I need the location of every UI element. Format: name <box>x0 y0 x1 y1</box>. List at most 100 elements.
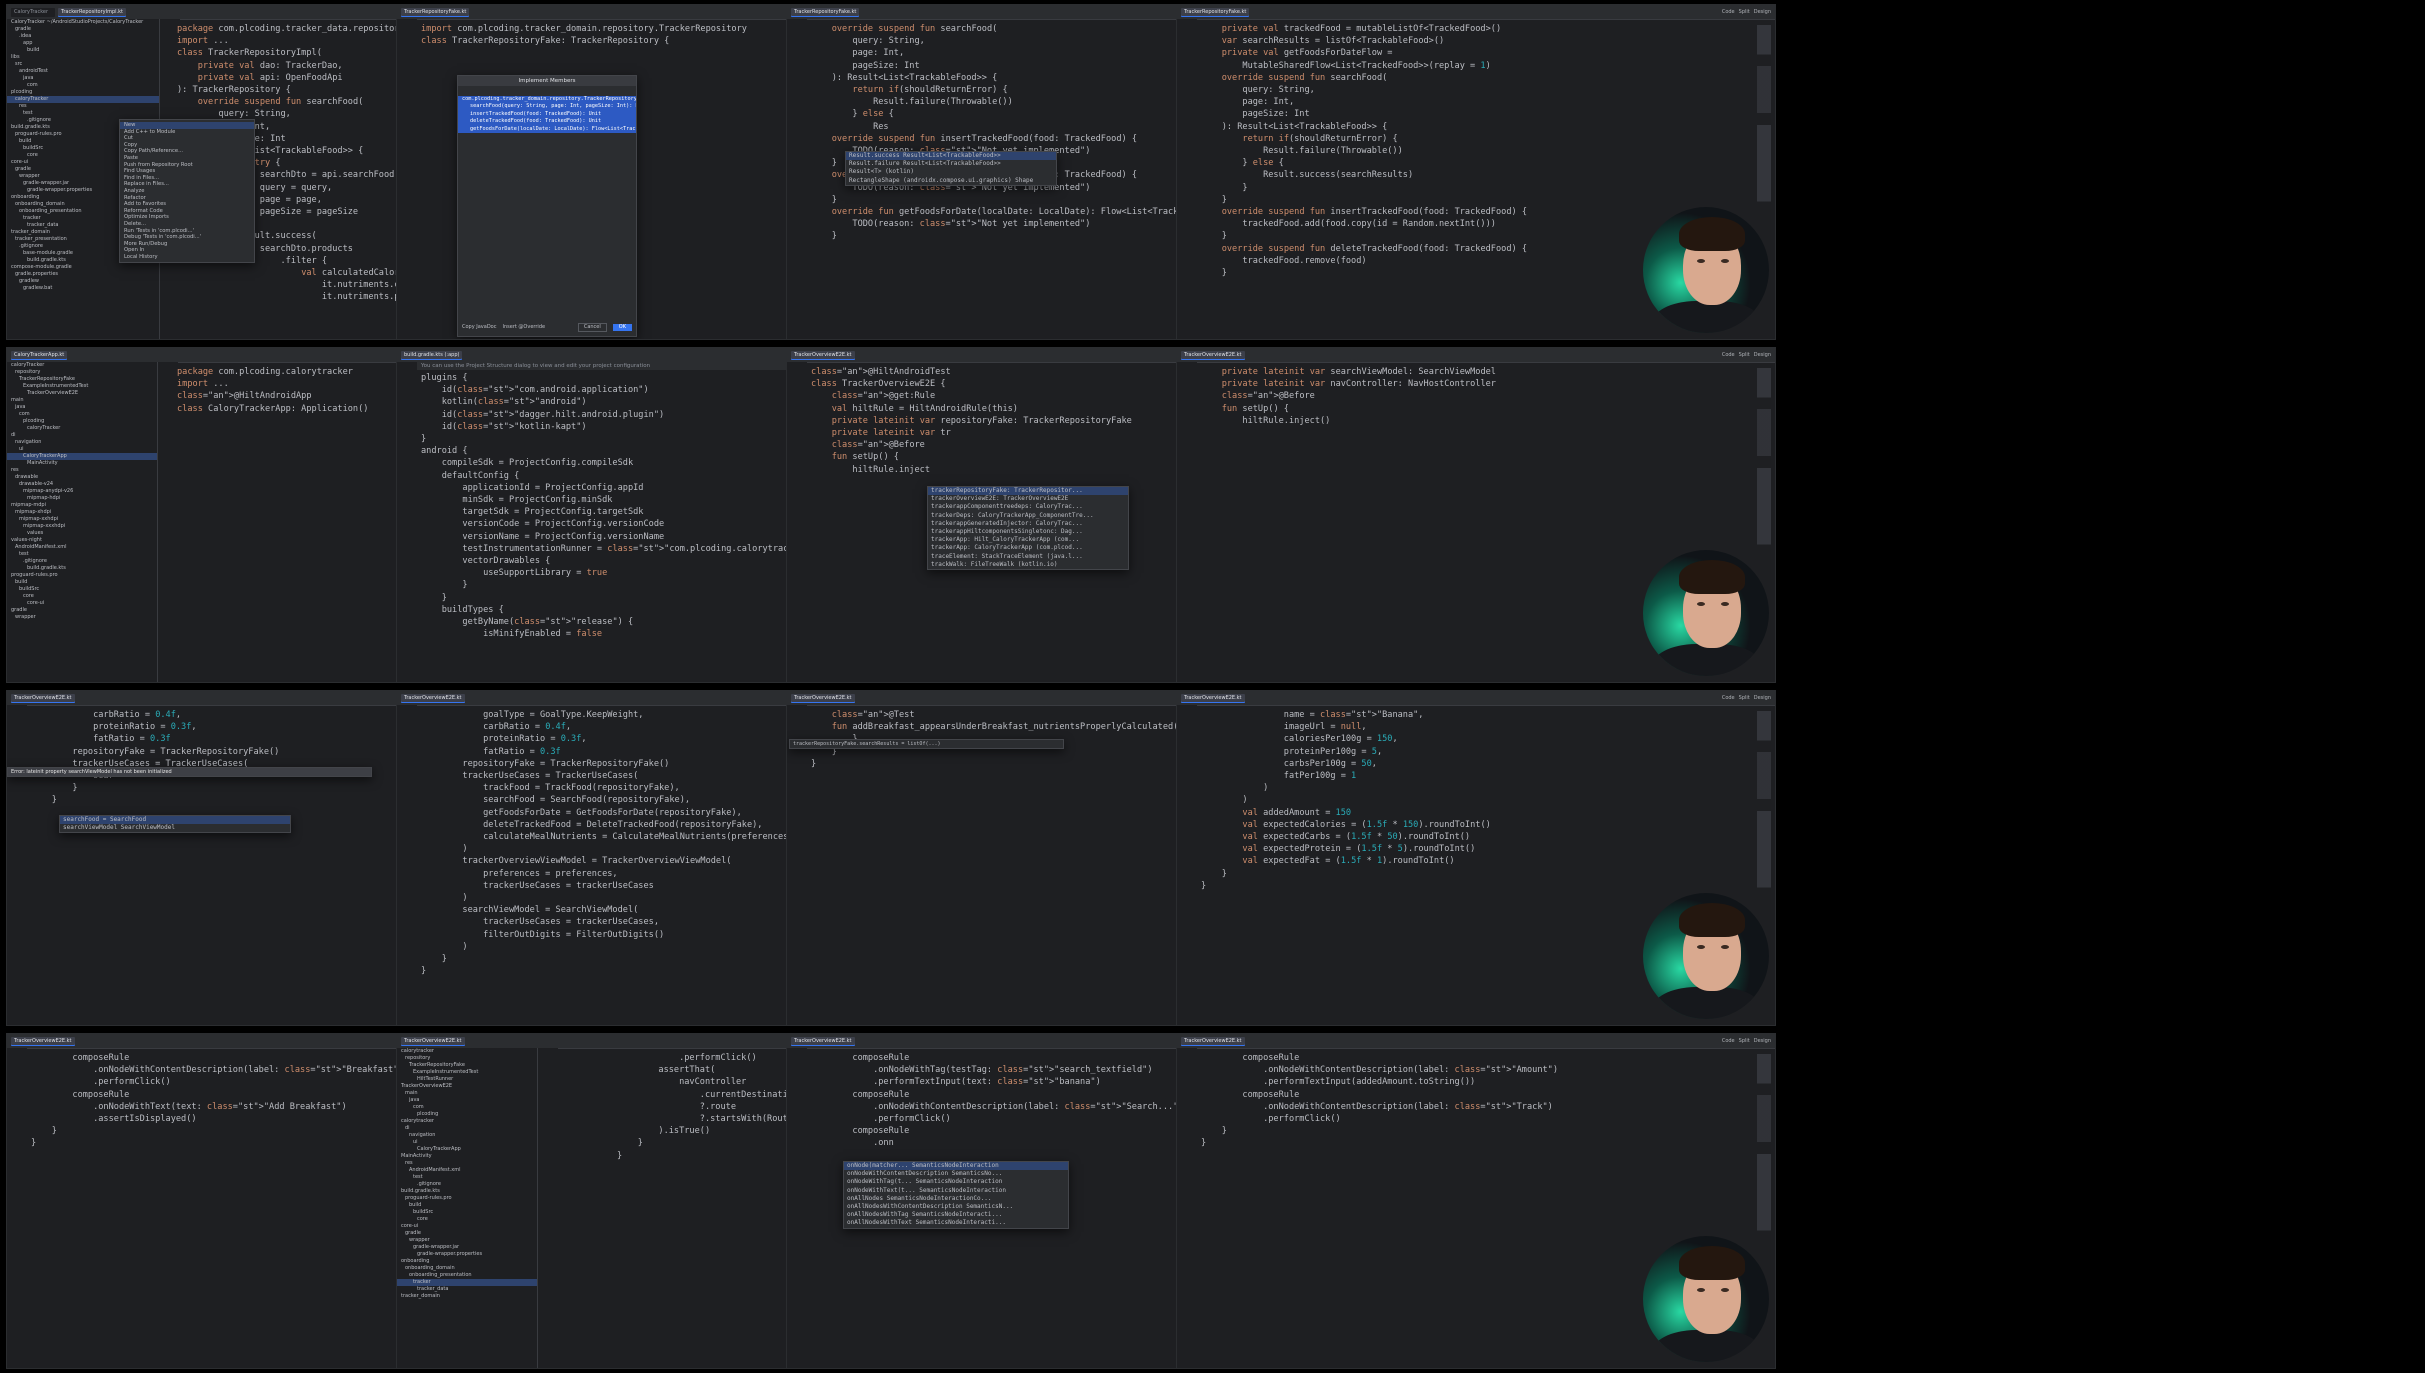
project-tree-item[interactable]: values-night <box>7 537 157 544</box>
project-tree-item[interactable]: core <box>397 1216 537 1223</box>
project-tree-item[interactable]: ExampleInstrumentedTest <box>397 1069 537 1076</box>
project-tree-item[interactable]: gradle <box>7 607 157 614</box>
project-tree-item[interactable]: com <box>397 1104 537 1111</box>
context-menu-item[interactable]: Debug 'Tests in 'com.plcodi...' <box>120 234 254 241</box>
project-tree-item[interactable]: mipmap-mdpi <box>7 502 157 509</box>
project-tree-item[interactable]: gradlew.bat <box>7 285 159 292</box>
project-tree-item[interactable]: wrapper <box>7 614 157 621</box>
completion-item[interactable]: trackerRepositoryFake: TrackerRepositor.… <box>928 487 1128 496</box>
context-menu-item[interactable]: Reformat Code <box>120 208 254 215</box>
project-tree-item[interactable]: onboarding_presentation <box>397 1272 537 1279</box>
project-tree-item[interactable]: main <box>397 1090 537 1097</box>
completion-item[interactable]: trackerappComponenttreedeps: CaloryTrac.… <box>928 503 1128 511</box>
project-tree-item[interactable]: build.gradle.kts <box>397 1188 537 1195</box>
project-tree-item[interactable]: calorytracker <box>397 1118 537 1125</box>
project-tree-item[interactable]: libs <box>7 54 159 61</box>
completion-item[interactable]: trackerappHiltcomponentsSingletonc: Dag.… <box>928 528 1128 536</box>
context-menu-item[interactable]: Local History <box>120 254 254 261</box>
completion-item[interactable]: onAllNodes SemanticsNodeInteractionCo... <box>844 1195 1068 1203</box>
dialog-member-item[interactable]: deleteTrackedFood(food: TrackedFood): Un… <box>458 118 636 126</box>
project-tree-item[interactable]: tracker <box>397 1279 537 1286</box>
project-tree-item[interactable]: tracker_data <box>397 1286 537 1293</box>
ok-button[interactable]: OK <box>612 324 632 331</box>
context-menu-item[interactable]: Add to Favorites <box>120 201 254 208</box>
project-tree-item[interactable]: drawable-v24 <box>7 481 157 488</box>
copy-javadoc-checkbox[interactable]: Copy JavaDoc <box>462 324 497 331</box>
context-menu-item[interactable]: Push from Repository Root <box>120 162 254 169</box>
editor-tab[interactable]: TrackerRepositoryFake.kt <box>791 7 860 17</box>
editor-tab[interactable]: TrackerOverviewE2E.kt <box>11 1036 75 1046</box>
implement-members-dialog[interactable]: Implement Members com.plcoding.tracker_do… <box>457 75 637 337</box>
project-tree-item[interactable]: proguard-rules.pro <box>397 1195 537 1202</box>
project-tree-item[interactable]: compose-module.gradle <box>7 264 159 271</box>
project-tree-item[interactable]: res <box>7 103 159 110</box>
context-menu-item[interactable]: Find Usages <box>120 168 254 175</box>
code-editor[interactable]: name = class="st">"Banana", imageUrl = n… <box>1201 709 1705 1025</box>
editor-tab[interactable]: CaloryTrackerApp.kt <box>11 350 68 360</box>
project-tree-item[interactable]: caloryTracker <box>7 362 157 369</box>
project-tree-item[interactable]: plcoding <box>7 89 159 96</box>
completion-item[interactable]: onAllNodesWithTag SemanticsNodeInteracti… <box>844 1211 1068 1219</box>
completion-item[interactable]: RectangleShape (androidx.compose.ui.grap… <box>846 177 1056 185</box>
project-tree-item[interactable]: build.gradle.kts <box>7 565 157 572</box>
view-mode-split[interactable]: Split <box>1739 693 1750 703</box>
view-mode-code[interactable]: Code <box>1722 1036 1735 1046</box>
context-menu-item[interactable]: Optimize Imports <box>120 214 254 221</box>
editor-tab[interactable]: TrackerOverviewE2E.kt <box>401 1036 465 1046</box>
editor-tab[interactable]: TrackerOverviewE2E.kt <box>1181 1036 1245 1046</box>
project-tree-item[interactable]: main <box>7 397 157 404</box>
project-tree-item[interactable]: tracker_domain <box>397 1293 537 1300</box>
view-mode-code[interactable]: Code <box>1722 693 1735 703</box>
code-completion-popup[interactable]: searchFood = SearchFood searchViewModel S… <box>59 815 291 834</box>
completion-item[interactable]: Result<T> (kotlin) <box>846 168 1056 176</box>
completion-item[interactable]: trackerApp: Hilt_CaloryTrackerApp (com..… <box>928 536 1128 544</box>
project-tree-item[interactable]: calorytracker <box>397 1048 537 1055</box>
completion-item[interactable]: Result.success Result<List<TrackableFood… <box>846 152 1056 161</box>
completion-item[interactable]: trackerApp: CaloryTrackerApp (com.plcod.… <box>928 544 1128 552</box>
context-menu-item[interactable]: Analyze <box>120 188 254 195</box>
context-menu-item[interactable]: Run 'Tests in 'com.plcodi...' <box>120 228 254 235</box>
editor-tab[interactable]: TrackerOverviewE2E.kt <box>791 693 855 703</box>
project-tree-item[interactable]: test <box>7 551 157 558</box>
context-menu-item[interactable]: Copy <box>120 142 254 149</box>
editor-tab[interactable]: TrackerOverviewE2E.kt <box>1181 693 1245 703</box>
view-mode-split[interactable]: Split <box>1739 350 1750 360</box>
context-menu-item[interactable]: Open In <box>120 247 254 254</box>
project-tree-item[interactable]: java <box>7 75 159 82</box>
project-tree[interactable]: calorytracker repository TrackerRepository… <box>397 1048 538 1368</box>
project-tree-item[interactable]: ui <box>7 446 157 453</box>
view-mode-code[interactable]: Code <box>1722 7 1735 17</box>
editor-tab[interactable]: TrackerOverviewE2E.kt <box>1181 350 1245 360</box>
project-tree-item[interactable]: androidTest <box>7 68 159 75</box>
context-menu-item[interactable]: More Run/Debug <box>120 241 254 248</box>
editor-tab[interactable]: build.gradle.kts (:app) <box>401 350 463 360</box>
completion-item[interactable]: onAllNodesWithText SemanticsNodeInteract… <box>844 1219 1068 1227</box>
project-tree-item[interactable]: CaloryTracker ~/AndroidStudioProjects/Ca… <box>7 19 159 26</box>
project-tree-item[interactable]: caloryTracker <box>7 96 159 103</box>
project-tree-item[interactable]: mipmap-xhdpi <box>7 509 157 516</box>
completion-item[interactable]: onNodeWithContentDescription SemanticsNo… <box>844 1170 1068 1178</box>
project-tree-item[interactable]: com <box>7 82 159 89</box>
project-tree-item[interactable]: test <box>7 110 159 117</box>
project-tree-item[interactable]: buildSrc <box>397 1209 537 1216</box>
project-tree-item[interactable]: repository <box>397 1055 537 1062</box>
view-mode-split[interactable]: Split <box>1739 7 1750 17</box>
insert-override-checkbox[interactable]: Insert @Override <box>503 324 546 331</box>
editor-tab[interactable]: TrackerRepositoryFake.kt <box>1181 7 1250 17</box>
project-tree-item[interactable]: onboarding <box>397 1258 537 1265</box>
dialog-member-item[interactable]: searchFood(query: String, page: Int, pag… <box>458 103 636 111</box>
project-tree-item[interactable]: res <box>7 467 157 474</box>
project-tree-item[interactable]: caloryTracker <box>7 425 157 432</box>
project-tree-item[interactable]: java <box>7 404 157 411</box>
project-tree-item[interactable]: navigation <box>7 439 157 446</box>
project-tree-item[interactable]: AndroidManifest.xml <box>397 1167 537 1174</box>
project-tree-item[interactable]: core <box>7 593 157 600</box>
editor-tab[interactable]: TrackerRepositoryFake.kt <box>401 7 470 17</box>
project-tree-item[interactable]: gradle <box>7 26 159 33</box>
project-tree-item[interactable]: core-ui <box>397 1223 537 1230</box>
cancel-button[interactable]: Cancel <box>577 323 607 332</box>
dialog-member-item[interactable]: com.plcoding.tracker_domain.repository.T… <box>458 96 636 104</box>
project-tree-item[interactable]: mipmap-xxxhdpi <box>7 523 157 530</box>
context-menu-item[interactable]: Delete... <box>120 221 254 228</box>
completion-item[interactable]: onAllNodesWithContentDescription Semanti… <box>844 1203 1068 1211</box>
